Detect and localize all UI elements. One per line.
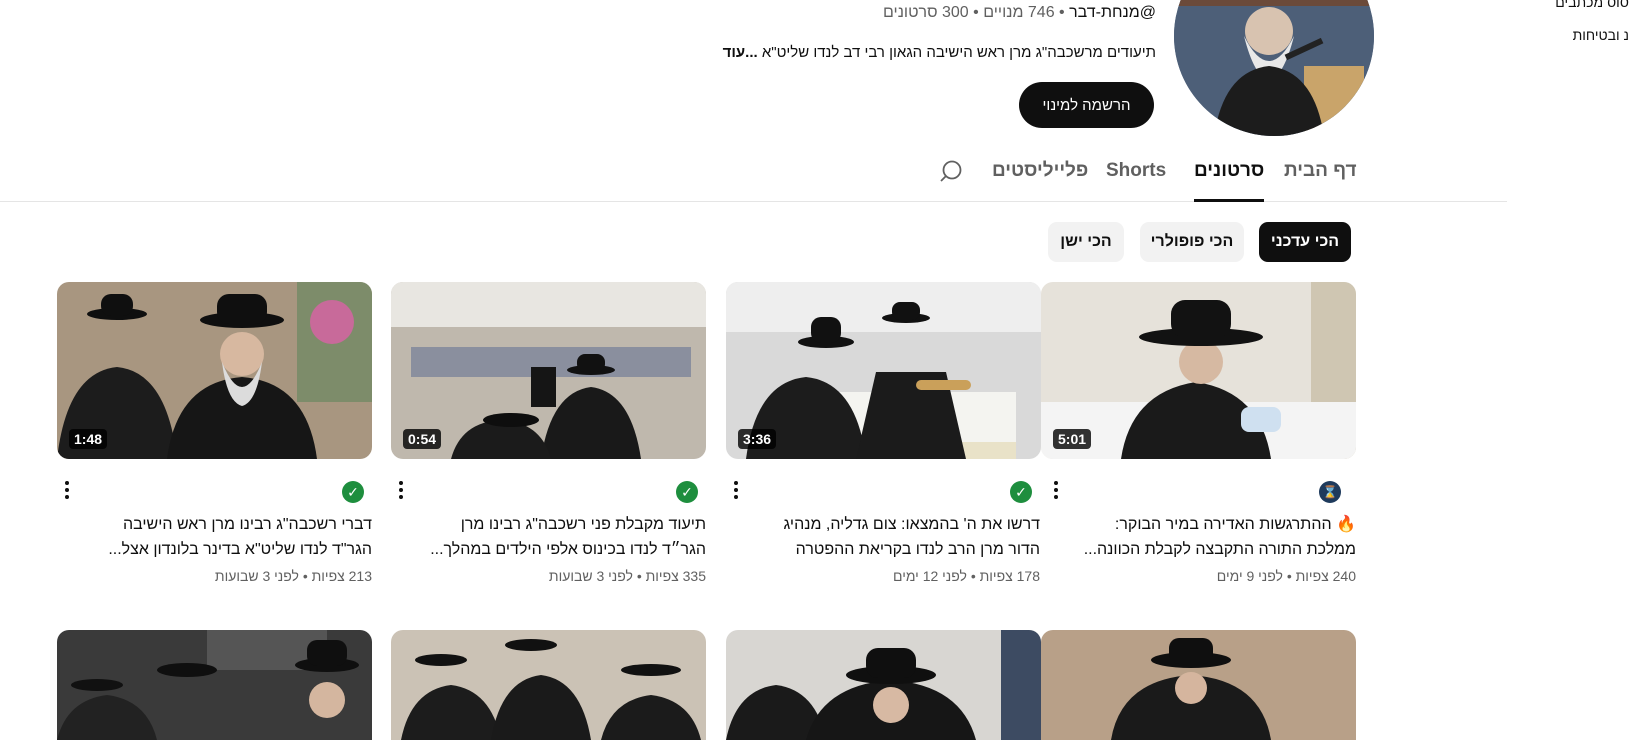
video-stats: 213 צפיות • לפני 3 שבועות xyxy=(214,568,372,584)
chip-oldest[interactable]: הכי ישן xyxy=(1048,222,1124,262)
video-views: 178 צפיות xyxy=(979,568,1040,584)
video-title[interactable]: 🔥 ההתרגשות האדירה במיר הבוקר: ממלכת התור… xyxy=(1066,512,1356,562)
avatar-image xyxy=(1174,0,1374,136)
channel-meta: @מנחת-דבר • 746 מנויים • 300 סרטונים xyxy=(883,4,1156,22)
video-title[interactable]: תיעוד מקבלת פני רשכבה"ג רבינו מרן הגר״ד … xyxy=(416,512,706,562)
video-views: 335 צפיות xyxy=(645,568,706,584)
meta-separator: • xyxy=(973,4,979,21)
subscribe-button[interactable]: הרשמה למינוי xyxy=(1019,82,1154,128)
verified-check-icon: ✓ xyxy=(676,481,698,503)
video-stats: 335 צפיות • לפני 3 שבועות xyxy=(548,568,706,584)
thumbnail-image xyxy=(1041,630,1356,740)
channel-avatar[interactable] xyxy=(1174,0,1374,136)
video-thumbnail[interactable] xyxy=(726,630,1041,740)
video-duration: 5:01 xyxy=(1053,429,1092,449)
thumbnail-image xyxy=(57,630,372,740)
more-actions-icon[interactable] xyxy=(1048,478,1064,502)
video-thumbnail[interactable] xyxy=(57,630,372,740)
verified-check-icon: ✓ xyxy=(342,481,364,503)
description-text: תיעודים מרשכבה"ג מרן ראש הישיבה הגאון רב… xyxy=(761,44,1156,61)
chip-popular[interactable]: הכי פופולרי xyxy=(1140,222,1244,262)
chip-latest[interactable]: הכי עדכני xyxy=(1259,222,1351,262)
search-icon[interactable] xyxy=(940,158,968,186)
video-count: 300 סרטונים xyxy=(883,4,969,21)
video-thumbnail[interactable]: 3:36 xyxy=(726,282,1041,459)
sidebar-item-1[interactable]: סוס מכתבים xyxy=(1555,0,1629,10)
hourglass-icon: ⌛ xyxy=(1319,481,1341,503)
tab-playlists[interactable]: פלייליסטים xyxy=(992,150,1088,201)
video-views: 240 צפיות xyxy=(1295,568,1356,584)
video-thumbnail[interactable] xyxy=(391,630,706,740)
video-thumbnail[interactable]: 5:01 xyxy=(1041,282,1356,459)
video-age: לפני 12 ימים xyxy=(892,568,967,584)
tab-shorts[interactable]: Shorts xyxy=(1106,150,1166,201)
more-actions-icon[interactable] xyxy=(59,478,75,502)
channel-description[interactable]: תיעודים מרשכבה"ג מרן ראש הישיבה הגאון רב… xyxy=(723,44,1156,61)
video-age: לפני 9 ימים xyxy=(1216,568,1283,584)
meta-separator: • xyxy=(1059,4,1065,21)
video-thumbnail[interactable] xyxy=(1041,630,1356,740)
video-duration: 0:54 xyxy=(403,429,442,449)
video-title[interactable]: דרשו את ה' בהמצאו: צום גדליה, מנהיג הדור… xyxy=(750,512,1040,562)
video-age: לפני 3 שבועות xyxy=(548,568,633,584)
video-title[interactable]: דברי רשכבה"ג רבינו מרן ראש הישיבה הגר"ד … xyxy=(82,512,372,562)
more-actions-icon[interactable] xyxy=(728,478,744,502)
video-duration: 1:48 xyxy=(69,429,108,449)
verified-check-icon: ✓ xyxy=(1010,481,1032,503)
sidebar-item-2[interactable]: נ ובטיחות xyxy=(1573,27,1629,43)
more-actions-icon[interactable] xyxy=(393,478,409,502)
video-age: לפני 3 שבועות xyxy=(214,568,299,584)
video-views: 213 צפיות xyxy=(311,568,372,584)
channel-tabs: דף הבית סרטונים Shorts פלייליסטים xyxy=(0,150,1507,202)
video-stats: 240 צפיות • לפני 9 ימים xyxy=(1216,568,1356,584)
tab-videos[interactable]: סרטונים xyxy=(1194,150,1265,202)
video-stats: 178 צפיות • לפני 12 ימים xyxy=(892,568,1040,584)
channel-handle[interactable]: @מנחת-דבר xyxy=(1069,4,1156,21)
more-link[interactable]: ...עוד xyxy=(723,44,758,61)
video-duration: 3:36 xyxy=(738,429,777,449)
subscriber-count: 746 מנויים xyxy=(983,4,1055,21)
video-thumbnail[interactable]: 1:48 xyxy=(57,282,372,459)
thumbnail-image xyxy=(726,630,1041,740)
video-thumbnail[interactable]: 0:54 xyxy=(391,282,706,459)
thumbnail-image xyxy=(391,630,706,740)
tab-home[interactable]: דף הבית xyxy=(1284,150,1357,201)
